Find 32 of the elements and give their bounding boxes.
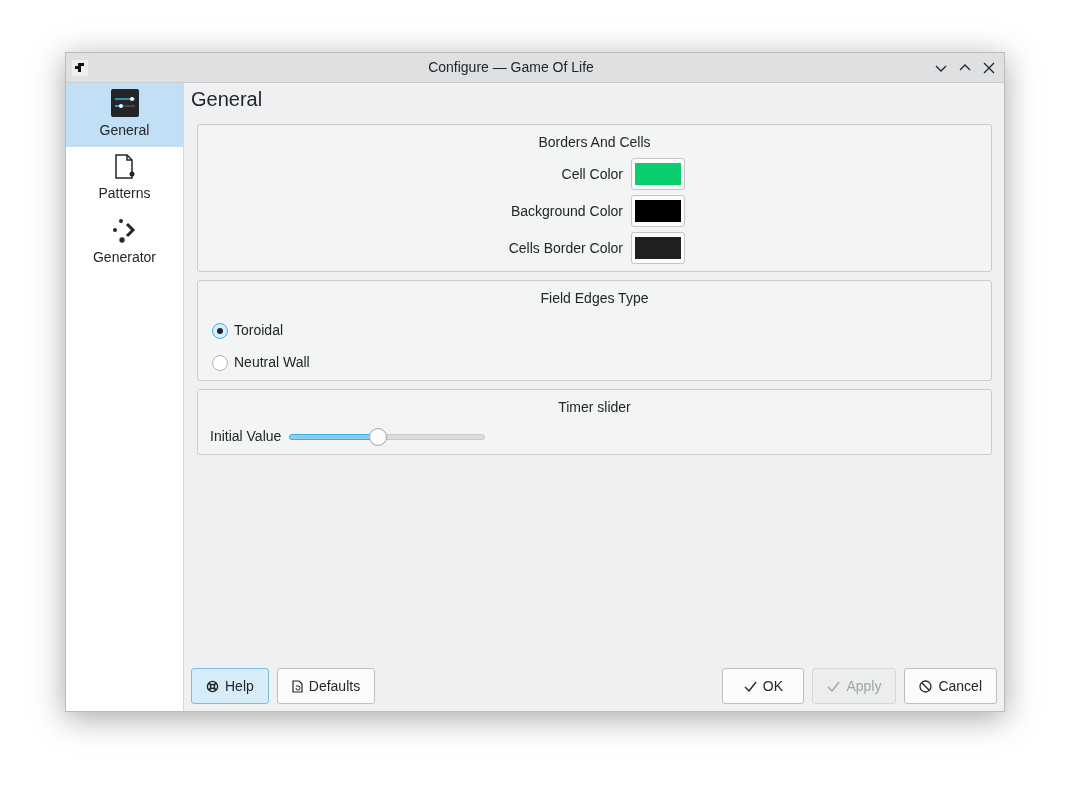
slider-label: Initial Value	[210, 427, 282, 446]
group-title: Borders And Cells	[538, 133, 651, 152]
page-title: General	[191, 87, 264, 112]
dots-arrow-icon	[111, 218, 138, 244]
window-title: Configure — Game Of Life	[427, 58, 595, 77]
close-icon[interactable]	[982, 60, 996, 75]
radio-button[interactable]	[212, 354, 228, 371]
check-icon	[743, 680, 757, 692]
cells-icon	[72, 59, 88, 76]
check-icon	[827, 680, 841, 692]
color-label: Cell Color	[561, 164, 623, 184]
color-label: Background Color	[510, 201, 623, 221]
sliders-icon	[110, 89, 139, 117]
slider[interactable]	[289, 427, 486, 446]
sidebar-item[interactable]: General	[66, 83, 183, 147]
radio-button[interactable]	[212, 322, 228, 339]
slider-handle[interactable]	[368, 427, 387, 446]
radio-label: Neutral Wall	[234, 353, 310, 372]
dialog-button[interactable]: OK	[722, 668, 805, 704]
radio-label: Toroidal	[234, 321, 284, 340]
dialog-button[interactable]: Help	[191, 668, 269, 704]
group-title: Field Edges Type	[540, 289, 649, 308]
dialog-button[interactable]: Defaults	[276, 668, 376, 704]
color-label: Cells Border Color	[508, 238, 623, 258]
sidebar-item[interactable]: Patterns	[66, 147, 183, 211]
group-title: Timer slider	[558, 398, 631, 417]
lifebuoy-icon	[206, 679, 219, 693]
dialog-button[interactable]: Cancel	[904, 668, 997, 704]
cancel-icon	[919, 679, 933, 693]
sidebar-item[interactable]: Generator	[66, 211, 183, 275]
document-icon	[112, 154, 137, 180]
document-icon	[291, 679, 303, 693]
